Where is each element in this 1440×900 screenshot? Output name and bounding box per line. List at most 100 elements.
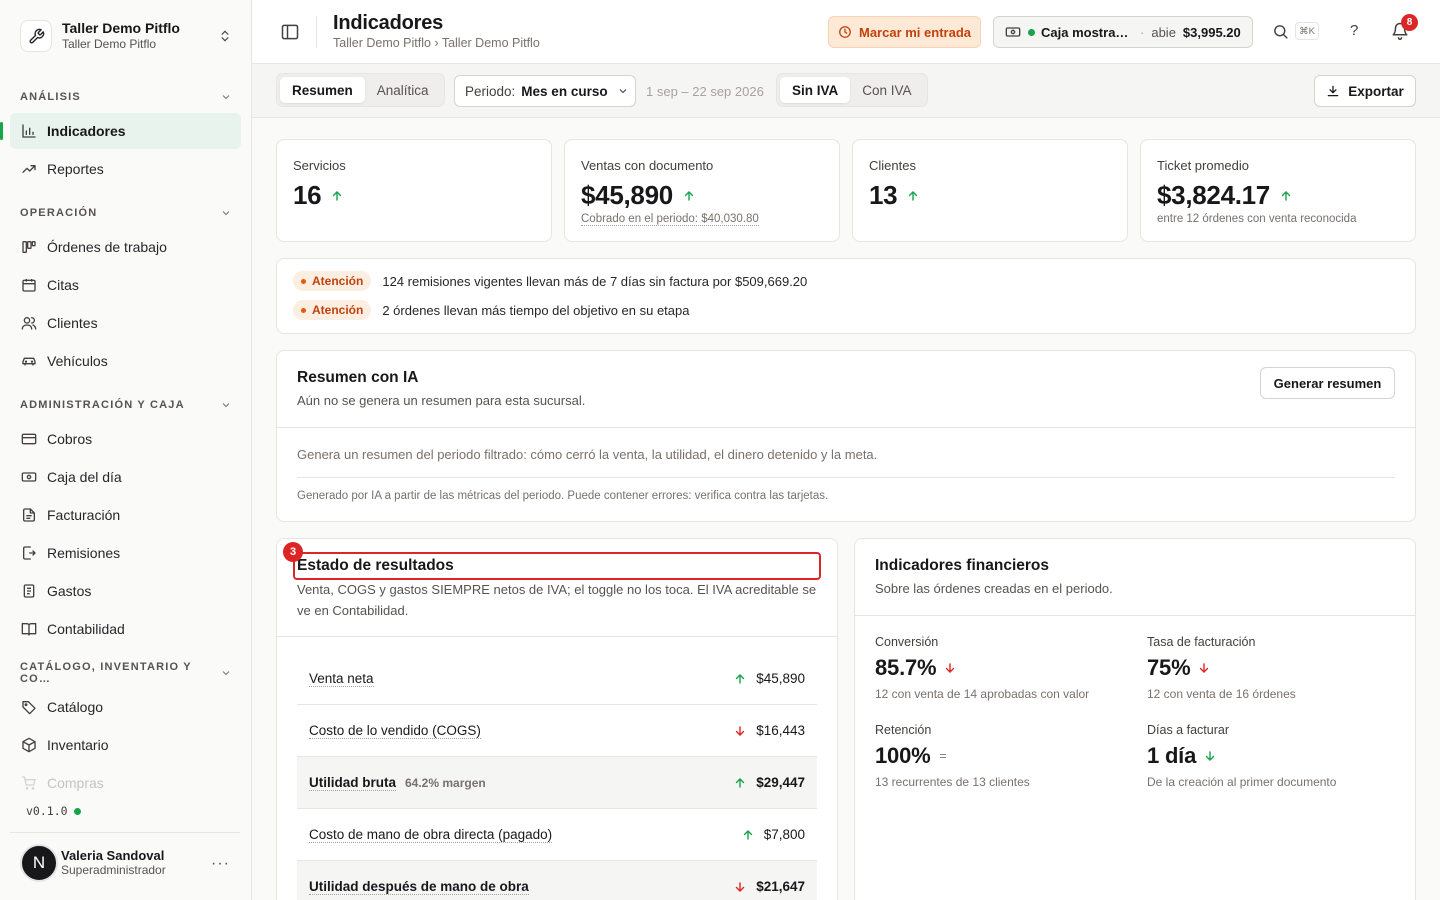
kpi-value: $45,890: [581, 180, 695, 211]
section-catalogo[interactable]: CATÁLOGO, INVENTARIO Y CO…: [20, 661, 232, 685]
row-label: Utilidad después de mano de obra: [309, 878, 529, 895]
sidebar-item-clientes[interactable]: Clientes: [10, 305, 241, 341]
search-shortcut: ⌘K: [1295, 22, 1319, 40]
metric-subtext: 13 recurrentes de 13 clientes: [875, 775, 1030, 789]
table-row[interactable]: Costo de lo vendido (COGS) $16,443: [297, 705, 817, 757]
credit-card-icon: [20, 431, 37, 448]
tab-con-iva[interactable]: Con IVA: [850, 77, 923, 103]
status-dot: [1028, 28, 1035, 36]
sidebar-item-indicadores[interactable]: Indicadores: [0, 113, 241, 149]
page-title: Indicadores: [333, 12, 444, 34]
sidebar-item-label: Gastos: [47, 583, 92, 599]
box-icon: [20, 737, 37, 754]
alert-text: 2 órdenes llevan más tiempo del objetivo…: [382, 302, 690, 318]
kpi-value-text: $45,890: [581, 180, 673, 210]
metric-value: 100% =: [875, 743, 1030, 769]
dot-icon: [301, 307, 306, 313]
sidebar-item-label: Clientes: [47, 315, 98, 331]
sidebar-item-reportes[interactable]: Reportes: [10, 151, 241, 187]
export-label: Exportar: [1348, 83, 1404, 99]
financial-title: Indicadores financieros: [875, 557, 1049, 574]
sidebar-item-catalogo[interactable]: Catálogo: [10, 689, 241, 725]
wrench-icon: [20, 20, 52, 52]
section-analisis[interactable]: ANÁLISIS: [20, 89, 232, 105]
metric-conversion: Conversión 85.7% 12 con venta de 14 apro…: [875, 635, 1089, 701]
sidebar-item-gastos[interactable]: Gastos: [10, 573, 241, 609]
sidebar-item-inventario[interactable]: Inventario: [10, 727, 241, 763]
kpi-card-clientes: Clientes 13: [852, 139, 1128, 242]
section-operacion[interactable]: OPERACIÓN: [20, 205, 232, 221]
ai-summary-title: Resumen con IA: [297, 369, 419, 386]
sidebar-item-caja[interactable]: Caja del día: [10, 459, 241, 495]
sidebar-toggle-icon[interactable]: [280, 22, 300, 42]
kpi-label: Ticket promedio: [1157, 158, 1249, 173]
financial-indicators-card: Indicadores financieros Sobre las órdene…: [854, 538, 1416, 900]
section-administracion[interactable]: ADMINISTRACIÓN Y CAJA: [20, 397, 232, 413]
help-icon[interactable]: ?: [1350, 22, 1358, 39]
sidebar-item-label: Catálogo: [47, 699, 104, 715]
income-statement-description: Venta, COGS y gastos SIEMPRE netos de IV…: [297, 582, 817, 618]
clock-icon: [838, 25, 859, 39]
more-icon[interactable]: ···: [211, 855, 230, 873]
row-value: $45,890: [756, 671, 805, 686]
attention-label: Atención: [312, 274, 364, 288]
workspace-switcher[interactable]: Taller Demo Pitflo Taller Demo Pitflo: [10, 12, 242, 60]
focus-highlight: [293, 552, 821, 580]
search-icon[interactable]: [1272, 23, 1289, 40]
receipt-icon: [20, 583, 37, 600]
table-row[interactable]: Utilidad bruta 64.2% margen $29,447: [297, 757, 817, 809]
section-label: ANÁLISIS: [20, 91, 81, 103]
alert-row[interactable]: Atención 2 órdenes llevan más tiempo del…: [293, 300, 689, 320]
ai-summary-note: Generado por IA a partir de las métricas…: [297, 490, 829, 502]
kpi-value-text: 13: [869, 180, 898, 210]
tab-sin-iva[interactable]: Sin IVA: [780, 77, 851, 103]
sidebar-item-label: Remisiones: [47, 545, 121, 561]
sidebar-item-facturacion[interactable]: Facturación: [10, 497, 241, 533]
arrow-down-icon: [734, 725, 746, 737]
sidebar-item-citas[interactable]: Citas: [10, 267, 241, 303]
sidebar-item-ordenes[interactable]: Órdenes de trabajo: [10, 229, 241, 265]
alert-row[interactable]: Atención 124 remisiones vigentes llevan …: [293, 271, 807, 291]
arrow-up-icon: [1270, 190, 1292, 202]
metric-subtext: 12 con venta de 16 órdenes: [1147, 687, 1296, 701]
row-value: $29,447: [756, 775, 805, 790]
sidebar-item-cobros[interactable]: Cobros: [10, 421, 241, 457]
metric-days-to-bill: Días a facturar 1 día De la creación al …: [1147, 723, 1336, 789]
chevron-down-icon: [220, 207, 232, 219]
financial-subtitle: Sobre las órdenes creadas en el periodo.: [875, 581, 1113, 596]
metric-label: Retención: [875, 723, 932, 737]
kpi-value: 13: [869, 180, 919, 211]
table-row[interactable]: Utilidad después de mano de obra $21,647: [297, 861, 817, 900]
tab-resumen[interactable]: Resumen: [280, 77, 365, 103]
table-row[interactable]: Venta neta $45,890: [297, 653, 817, 705]
income-statement-card: Estado de resultados 3 Venta, COGS y gas…: [276, 538, 838, 900]
document-icon: [20, 507, 37, 524]
sidebar-item-remisiones[interactable]: Remisiones: [10, 535, 241, 571]
notification-badge: 8: [1401, 14, 1418, 31]
kpi-card-ticket: Ticket promedio $3,824.17 entre 12 órden…: [1140, 139, 1416, 242]
separator: ·: [1140, 24, 1145, 40]
section-label: OPERACIÓN: [20, 207, 98, 219]
chevron-down-icon: [220, 667, 232, 679]
tab-analitica[interactable]: Analítica: [365, 77, 441, 103]
generate-summary-button[interactable]: Generar resumen: [1260, 367, 1395, 399]
export-button[interactable]: Exportar: [1314, 75, 1416, 107]
cash-register-amount: $3,995.20: [1182, 24, 1241, 40]
table-row[interactable]: Costo de mano de obra directa (pagado) $…: [297, 809, 817, 861]
arrow-down-icon: [1190, 662, 1210, 674]
sidebar-item-vehiculos[interactable]: Vehículos: [10, 343, 241, 379]
divider: [855, 615, 1415, 616]
user-profile[interactable]: N Valeria Sandoval Superadministrador ··…: [10, 832, 240, 892]
cash-register-selector[interactable]: Caja mostrador principal · abie $3,995.2…: [993, 16, 1253, 48]
metric-label: Tasa de facturación: [1147, 635, 1256, 649]
sidebar: Taller Demo Pitflo Taller Demo Pitflo AN…: [0, 0, 252, 900]
arrow-up-icon: [742, 829, 754, 841]
sidebar-item-compras[interactable]: Compras: [10, 765, 241, 801]
sidebar-item-contabilidad[interactable]: Contabilidad: [10, 611, 241, 647]
breadcrumb[interactable]: Taller Demo Pitflo › Taller Demo Pitflo: [333, 36, 540, 50]
calendar-icon: [20, 277, 37, 294]
metric-value-text: 75%: [1147, 655, 1191, 680]
clock-in-button[interactable]: Marcar mi entrada: [828, 16, 981, 48]
metric-value-text: 85.7%: [875, 655, 937, 680]
period-select[interactable]: Periodo: Mes en curso: [454, 75, 636, 107]
